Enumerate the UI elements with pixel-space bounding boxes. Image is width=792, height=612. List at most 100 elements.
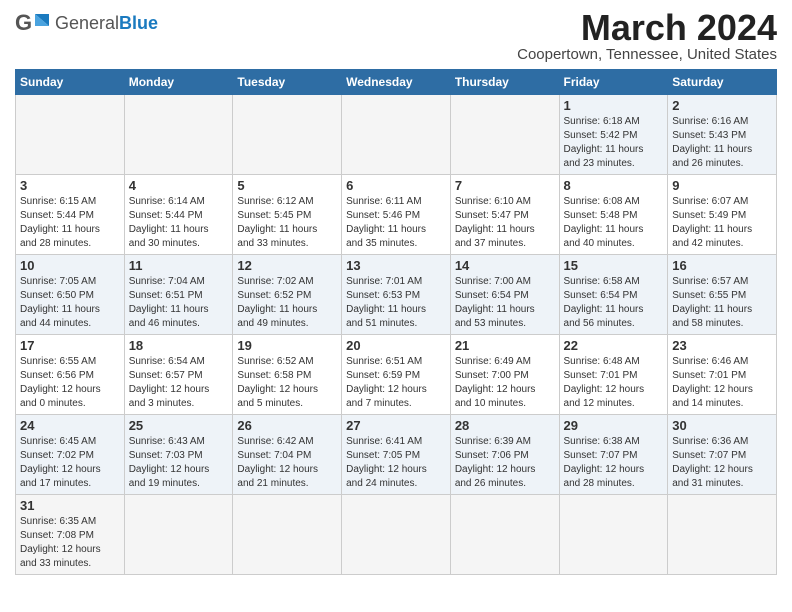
- calendar-day: [124, 95, 233, 175]
- column-header-saturday: Saturday: [668, 70, 777, 95]
- day-info: Sunrise: 6:41 AM Sunset: 7:05 PM Dayligh…: [346, 435, 446, 491]
- day-info: Sunrise: 7:05 AM Sunset: 6:50 PM Dayligh…: [20, 275, 120, 331]
- day-info: Sunrise: 6:49 AM Sunset: 7:00 PM Dayligh…: [455, 355, 555, 411]
- calendar-day: 23Sunrise: 6:46 AM Sunset: 7:01 PM Dayli…: [668, 335, 777, 415]
- column-header-sunday: Sunday: [16, 70, 125, 95]
- day-number: 28: [455, 418, 555, 433]
- calendar-day: [233, 95, 342, 175]
- day-info: Sunrise: 6:14 AM Sunset: 5:44 PM Dayligh…: [129, 195, 229, 251]
- calendar-day: 25 Sunrise: 6:43 AM Sunset: 7:03 PM Dayli…: [124, 415, 233, 495]
- calendar-day: 31 Sunrise: 6:35 AM Sunset: 7:08 PM Dayli…: [16, 495, 125, 575]
- day-number: 2: [672, 98, 772, 113]
- day-number: 30: [672, 418, 772, 433]
- calendar-day: [668, 495, 777, 575]
- day-number: 23: [672, 338, 772, 353]
- logo-general: General: [55, 13, 119, 33]
- calendar-day: 18Sunrise: 6:54 AM Sunset: 6:57 PM Dayli…: [124, 335, 233, 415]
- column-header-tuesday: Tuesday: [233, 70, 342, 95]
- calendar-week-row: 17Sunrise: 6:55 AM Sunset: 6:56 PM Dayli…: [16, 335, 777, 415]
- day-info: Sunrise: 6:11 AM Sunset: 5:46 PM Dayligh…: [346, 195, 446, 251]
- calendar-day: 24 Sunrise: 6:45 AM Sunset: 7:02 PM Dayli…: [16, 415, 125, 495]
- day-info: Sunrise: 6:52 AM Sunset: 6:58 PM Dayligh…: [237, 355, 337, 411]
- day-info: Sunrise: 6:10 AM Sunset: 5:47 PM Dayligh…: [455, 195, 555, 251]
- day-number: 20: [346, 338, 446, 353]
- day-info: Sunrise: 6:51 AM Sunset: 6:59 PM Dayligh…: [346, 355, 446, 411]
- day-number: 18: [129, 338, 229, 353]
- calendar-day: 27 Sunrise: 6:41 AM Sunset: 7:05 PM Dayli…: [342, 415, 451, 495]
- calendar-day: 6Sunrise: 6:11 AM Sunset: 5:46 PM Daylig…: [342, 175, 451, 255]
- title-area: March 2024 Coopertown, Tennessee, United…: [517, 10, 777, 63]
- day-info: Sunrise: 6:43 AM Sunset: 7:03 PM Dayligh…: [129, 435, 229, 491]
- day-info: Sunrise: 6:07 AM Sunset: 5:49 PM Dayligh…: [672, 195, 772, 251]
- calendar-day: [124, 495, 233, 575]
- calendar-day: 16Sunrise: 6:57 AM Sunset: 6:55 PM Dayli…: [668, 255, 777, 335]
- day-number: 24: [20, 418, 120, 433]
- calendar-day: [342, 95, 451, 175]
- svg-text:G: G: [15, 10, 32, 35]
- calendar-week-row: 10 Sunrise: 7:05 AM Sunset: 6:50 PM Dayli…: [16, 255, 777, 335]
- day-number: 3: [20, 178, 120, 193]
- calendar-day: 20 Sunrise: 6:51 AM Sunset: 6:59 PM Dayli…: [342, 335, 451, 415]
- day-number: 22: [564, 338, 664, 353]
- day-number: 15: [564, 258, 664, 273]
- day-number: 29: [564, 418, 664, 433]
- day-number: 7: [455, 178, 555, 193]
- calendar-header-row: SundayMondayTuesdayWednesdayThursdayFrid…: [16, 70, 777, 95]
- month-title: March 2024: [517, 10, 777, 46]
- calendar-day: 15 Sunrise: 6:58 AM Sunset: 6:54 PM Dayli…: [559, 255, 668, 335]
- column-header-monday: Monday: [124, 70, 233, 95]
- day-info: Sunrise: 6:12 AM Sunset: 5:45 PM Dayligh…: [237, 195, 337, 251]
- column-header-wednesday: Wednesday: [342, 70, 451, 95]
- calendar-day: 5Sunrise: 6:12 AM Sunset: 5:45 PM Daylig…: [233, 175, 342, 255]
- calendar-day: 11Sunrise: 7:04 AM Sunset: 6:51 PM Dayli…: [124, 255, 233, 335]
- calendar-day: [16, 95, 125, 175]
- calendar-week-row: 3Sunrise: 6:15 AM Sunset: 5:44 PM Daylig…: [16, 175, 777, 255]
- day-info: Sunrise: 6:45 AM Sunset: 7:02 PM Dayligh…: [20, 435, 120, 491]
- day-info: Sunrise: 6:58 AM Sunset: 6:54 PM Dayligh…: [564, 275, 664, 331]
- day-number: 4: [129, 178, 229, 193]
- day-info: Sunrise: 6:36 AM Sunset: 7:07 PM Dayligh…: [672, 435, 772, 491]
- logo-icon: G: [15, 10, 51, 38]
- day-number: 14: [455, 258, 555, 273]
- day-number: 25: [129, 418, 229, 433]
- calendar-day: 17Sunrise: 6:55 AM Sunset: 6:56 PM Dayli…: [16, 335, 125, 415]
- calendar-day: 3Sunrise: 6:15 AM Sunset: 5:44 PM Daylig…: [16, 175, 125, 255]
- day-info: Sunrise: 7:02 AM Sunset: 6:52 PM Dayligh…: [237, 275, 337, 331]
- calendar-day: 7 Sunrise: 6:10 AM Sunset: 5:47 PM Daylig…: [450, 175, 559, 255]
- calendar-day: 13Sunrise: 7:01 AM Sunset: 6:53 PM Dayli…: [342, 255, 451, 335]
- day-info: Sunrise: 6:42 AM Sunset: 7:04 PM Dayligh…: [237, 435, 337, 491]
- day-info: Sunrise: 6:35 AM Sunset: 7:08 PM Dayligh…: [20, 515, 120, 571]
- calendar-day: 2Sunrise: 6:16 AM Sunset: 5:43 PM Daylig…: [668, 95, 777, 175]
- calendar-day: 30 Sunrise: 6:36 AM Sunset: 7:07 PM Dayli…: [668, 415, 777, 495]
- day-info: Sunrise: 6:57 AM Sunset: 6:55 PM Dayligh…: [672, 275, 772, 331]
- day-number: 10: [20, 258, 120, 273]
- day-number: 31: [20, 498, 120, 513]
- day-number: 27: [346, 418, 446, 433]
- column-header-friday: Friday: [559, 70, 668, 95]
- day-number: 9: [672, 178, 772, 193]
- day-number: 19: [237, 338, 337, 353]
- logo-text: GeneralBlue: [55, 14, 158, 34]
- logo-blue: Blue: [119, 13, 158, 33]
- day-number: 26: [237, 418, 337, 433]
- calendar-day: 14Sunrise: 7:00 AM Sunset: 6:54 PM Dayli…: [450, 255, 559, 335]
- day-info: Sunrise: 6:55 AM Sunset: 6:56 PM Dayligh…: [20, 355, 120, 411]
- calendar-day: 9 Sunrise: 6:07 AM Sunset: 5:49 PM Daylig…: [668, 175, 777, 255]
- calendar-day: 28Sunrise: 6:39 AM Sunset: 7:06 PM Dayli…: [450, 415, 559, 495]
- calendar-day: 8Sunrise: 6:08 AM Sunset: 5:48 PM Daylig…: [559, 175, 668, 255]
- calendar-day: [559, 495, 668, 575]
- calendar-day: 4 Sunrise: 6:14 AM Sunset: 5:44 PM Daylig…: [124, 175, 233, 255]
- day-info: Sunrise: 6:18 AM Sunset: 5:42 PM Dayligh…: [564, 115, 664, 171]
- calendar-day: 12Sunrise: 7:02 AM Sunset: 6:52 PM Dayli…: [233, 255, 342, 335]
- day-number: 21: [455, 338, 555, 353]
- day-number: 13: [346, 258, 446, 273]
- calendar-day: 10 Sunrise: 7:05 AM Sunset: 6:50 PM Dayli…: [16, 255, 125, 335]
- calendar-week-row: 31 Sunrise: 6:35 AM Sunset: 7:08 PM Dayli…: [16, 495, 777, 575]
- calendar-day: [342, 495, 451, 575]
- calendar: SundayMondayTuesdayWednesdayThursdayFrid…: [15, 69, 777, 575]
- calendar-day: 21 Sunrise: 6:49 AM Sunset: 7:00 PM Dayli…: [450, 335, 559, 415]
- calendar-day: [450, 495, 559, 575]
- calendar-day: 26 Sunrise: 6:42 AM Sunset: 7:04 PM Dayli…: [233, 415, 342, 495]
- calendar-day: 1 Sunrise: 6:18 AM Sunset: 5:42 PM Daylig…: [559, 95, 668, 175]
- day-number: 1: [564, 98, 664, 113]
